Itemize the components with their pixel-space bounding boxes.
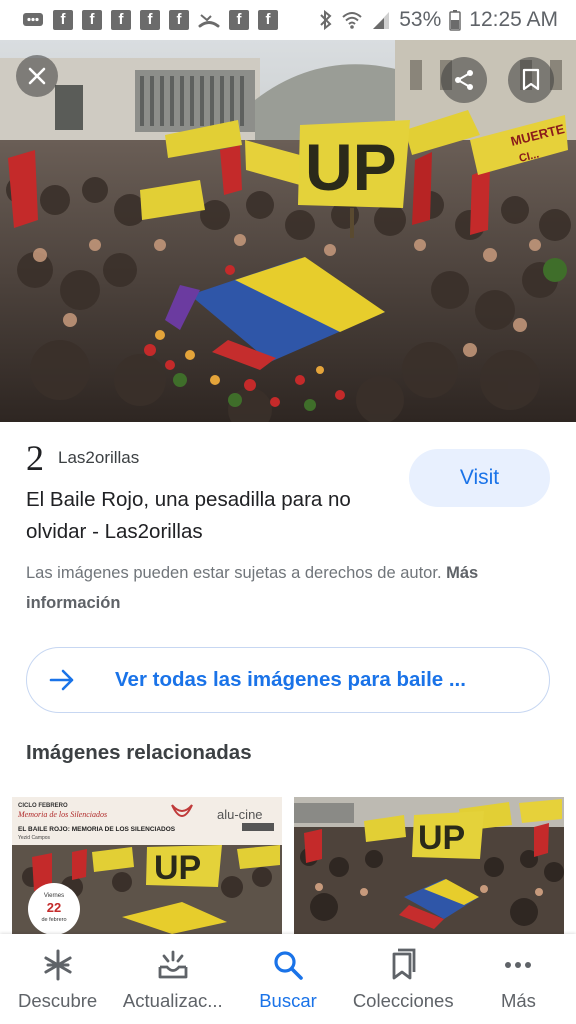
- copyright-notice: Las imágenes pueden estar sujetas a dere…: [26, 558, 556, 618]
- poster-thumbnail: CICLO FEBRERO Memoria de los Silenciados…: [12, 797, 282, 934]
- hero-image[interactable]: MUERTE CI... UP: [0, 40, 576, 422]
- notification-icons: f f f f f f f: [22, 10, 319, 30]
- poster-header: CICLO FEBRERO: [18, 803, 68, 809]
- nav-collections[interactable]: Colecciones: [346, 934, 461, 1024]
- up-sign-text: UP: [305, 130, 397, 204]
- poster-author: Yezid Campos: [18, 835, 51, 841]
- related-image-1[interactable]: CICLO FEBRERO Memoria de los Silenciados…: [12, 797, 282, 934]
- nav-updates[interactable]: Actualizac...: [115, 934, 230, 1024]
- bottom-navigation: Descubre Actualizac... Buscar Coleccione…: [0, 934, 576, 1024]
- nav-label: Descubre: [18, 990, 98, 1011]
- updates-icon: [156, 948, 190, 982]
- protest-photo: MUERTE CI... UP: [0, 40, 576, 422]
- nav-more[interactable]: Más: [461, 934, 576, 1024]
- system-status: 53% 12:25 AM: [319, 8, 558, 32]
- wifi-icon: [341, 10, 363, 30]
- nav-label: Más: [500, 990, 536, 1011]
- related-image-2[interactable]: UP: [294, 797, 564, 934]
- clock: 12:25 AM: [469, 8, 558, 31]
- facebook-icon: f: [111, 10, 131, 30]
- poster-day: Viernes: [44, 893, 64, 899]
- poster-subheader: Memoria de los Silenciados: [17, 810, 107, 819]
- bookmark-icon: [522, 68, 540, 91]
- close-button[interactable]: [16, 55, 58, 97]
- visit-button[interactable]: Visit: [409, 449, 550, 507]
- facebook-icon: f: [258, 10, 278, 30]
- nav-label: Buscar: [259, 990, 317, 1011]
- source-name: Las2orillas: [58, 448, 140, 467]
- arrow-right-icon: [49, 669, 74, 691]
- thumb-sign-text: UP: [418, 819, 465, 857]
- nav-label: Actualizac...: [122, 990, 223, 1011]
- facebook-icon: f: [169, 10, 189, 30]
- share-button[interactable]: [441, 57, 487, 103]
- see-all-label: Ver todas las imágenes para baile ...: [115, 668, 466, 691]
- share-icon: [455, 70, 473, 90]
- facebook-icon: f: [53, 10, 73, 30]
- facebook-icon: f: [82, 10, 102, 30]
- more-icon: [501, 948, 535, 982]
- close-icon: [28, 67, 46, 85]
- poster-headline: EL BAILE ROJO: MEMORIA DE LOS SILENCIADO…: [18, 826, 176, 833]
- status-bar: f f f f f f f 53% 12:25 AM: [0, 0, 576, 40]
- save-collection-button[interactable]: [508, 57, 554, 103]
- nav-label: Colecciones: [352, 990, 454, 1011]
- poster-brand: alu-cine: [217, 807, 263, 822]
- asterisk-icon: [41, 948, 75, 982]
- source-row[interactable]: 2 Las2orillas: [26, 440, 139, 476]
- result-title[interactable]: El Baile Rojo, una pesadilla para no olv…: [26, 484, 406, 548]
- crowd-thumbnail: UP: [294, 797, 564, 934]
- nav-discover[interactable]: Descubre: [0, 934, 115, 1024]
- related-images-heading: Imágenes relacionadas: [26, 741, 252, 764]
- nav-search[interactable]: Buscar: [230, 934, 345, 1024]
- poster-date: 22: [47, 900, 61, 915]
- missed-call-icon: [198, 11, 220, 29]
- see-all-images-button[interactable]: Ver todas las imágenes para baile ...: [26, 647, 550, 713]
- poster-month: de febrero: [41, 917, 66, 923]
- source-logo: 2: [26, 438, 44, 478]
- search-icon: [271, 948, 305, 982]
- chat-icon: [22, 11, 44, 29]
- battery-icon: [449, 9, 462, 31]
- battery-level: 53%: [399, 8, 442, 31]
- collections-icon: [386, 948, 420, 982]
- facebook-icon: f: [229, 10, 249, 30]
- signal-icon: [371, 10, 391, 30]
- poster-sign-text: UP: [154, 849, 201, 887]
- bluetooth-icon: [319, 9, 333, 31]
- copyright-text: Las imágenes pueden estar sujetas a dere…: [26, 564, 442, 582]
- facebook-icon: f: [140, 10, 160, 30]
